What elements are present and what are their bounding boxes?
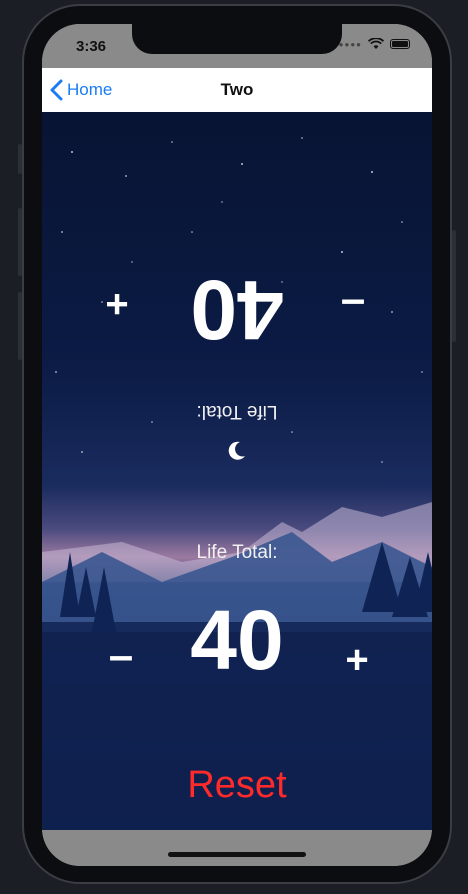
notch (132, 24, 342, 54)
status-bar: 3:36 ●●●● (42, 24, 432, 68)
battery-icon (390, 39, 410, 49)
top-player-plus-button[interactable]: + (92, 282, 142, 326)
game-area: Life Total: 40 + – Life Total: 40 – + Re… (42, 112, 432, 830)
top-player-minus-button[interactable]: – (328, 280, 378, 329)
top-player-life-label: Life Total: (196, 401, 278, 422)
screen: 3:36 ●●●● Home Two Life Total: 40 + – Li… (42, 24, 432, 866)
home-indicator-area (42, 830, 432, 866)
power-button (452, 230, 456, 342)
page-title: Two (220, 80, 254, 99)
bottom-player-minus-button[interactable]: – (96, 634, 146, 678)
volume-down-button (18, 292, 22, 360)
status-icons: ●●●● (339, 38, 410, 50)
night-landscape-background (42, 137, 432, 830)
status-time: 3:36 (76, 38, 107, 55)
bottom-player-plus-button[interactable]: + (332, 640, 382, 680)
mute-switch (18, 144, 22, 174)
bottom-player-life-label: Life Total: (196, 542, 278, 563)
reset-button[interactable]: Reset (42, 764, 432, 807)
home-indicator[interactable] (168, 852, 306, 857)
navigation-bar: Home Two (42, 68, 432, 112)
signal-icon: ●●●● (338, 39, 362, 49)
wifi-icon (368, 38, 384, 49)
moon-icon (228, 441, 245, 460)
volume-up-button (18, 208, 22, 276)
